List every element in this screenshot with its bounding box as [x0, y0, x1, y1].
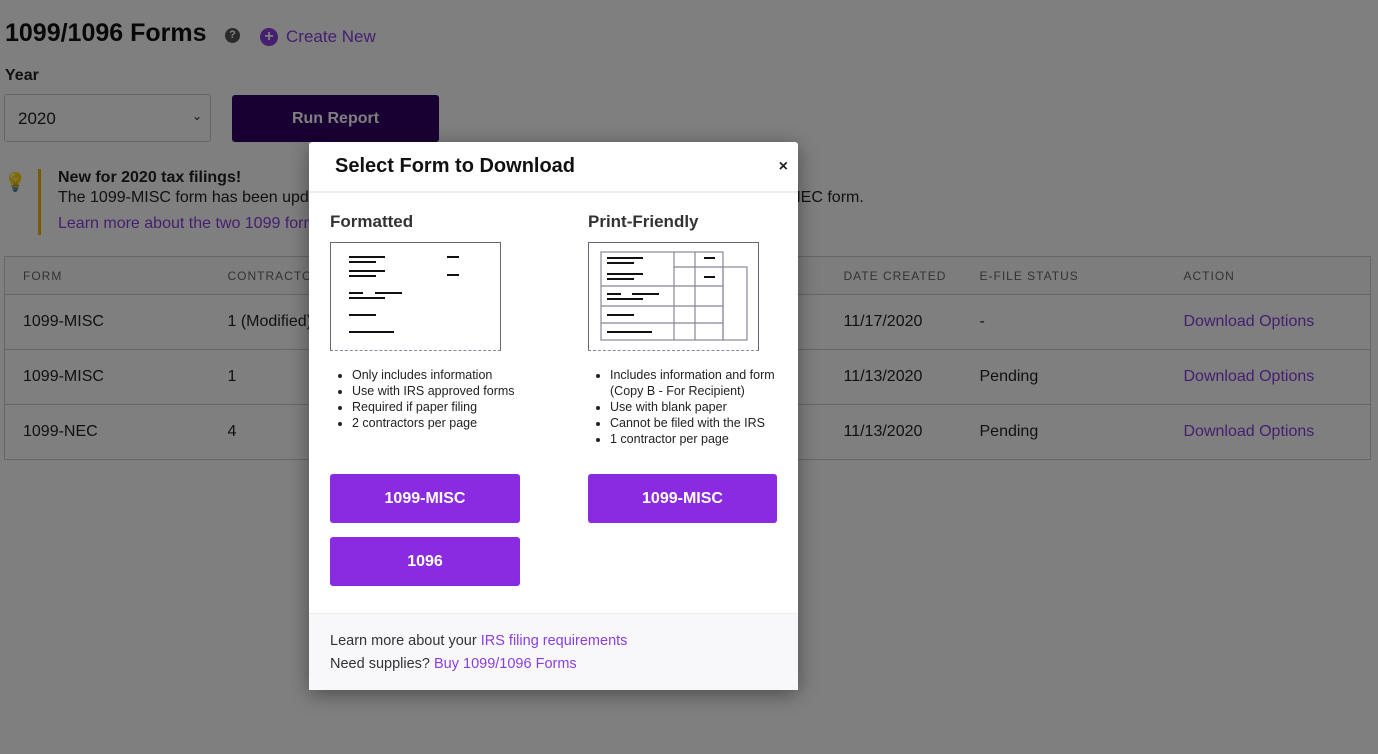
bullet: Cannot be filed with the IRS	[610, 415, 788, 431]
bullet: Required if paper filing	[352, 399, 530, 415]
close-icon[interactable]: ×	[779, 158, 788, 176]
modal-footer: Learn more about your IRS filing require…	[309, 613, 798, 690]
bullet: Includes information and form (Copy B - …	[610, 367, 788, 399]
bullet: Use with blank paper	[610, 399, 788, 415]
print-friendly-1099-misc-button[interactable]: 1099-MISC	[588, 474, 777, 523]
select-form-modal: Select Form to Download × Formatted Only …	[309, 142, 798, 690]
formatted-1099-misc-button[interactable]: 1099-MISC	[330, 474, 520, 523]
irs-requirements-link[interactable]: IRS filing requirements	[481, 633, 628, 649]
formatted-1096-button[interactable]: 1096	[330, 537, 520, 586]
formatted-column: Formatted Only includes information Use …	[330, 212, 530, 431]
bullet: 1 contractor per page	[610, 431, 788, 447]
print-friendly-column: Print-Friendly Includes information and …	[588, 212, 788, 447]
buy-forms-link[interactable]: Buy 1099/1096 Forms	[434, 656, 577, 672]
print-friendly-preview-icon	[588, 242, 759, 351]
print-friendly-title: Print-Friendly	[588, 212, 699, 231]
formatted-title: Formatted	[330, 212, 414, 231]
footer-text: Learn more about your	[330, 633, 481, 649]
bullet: 2 contractors per page	[352, 415, 530, 431]
footer-text: Need supplies?	[330, 656, 434, 672]
formatted-preview-icon	[330, 242, 501, 351]
modal-title: Select Form to Download	[335, 155, 576, 177]
bullet: Only includes information	[352, 367, 530, 383]
bullet: Use with IRS approved forms	[352, 383, 530, 399]
